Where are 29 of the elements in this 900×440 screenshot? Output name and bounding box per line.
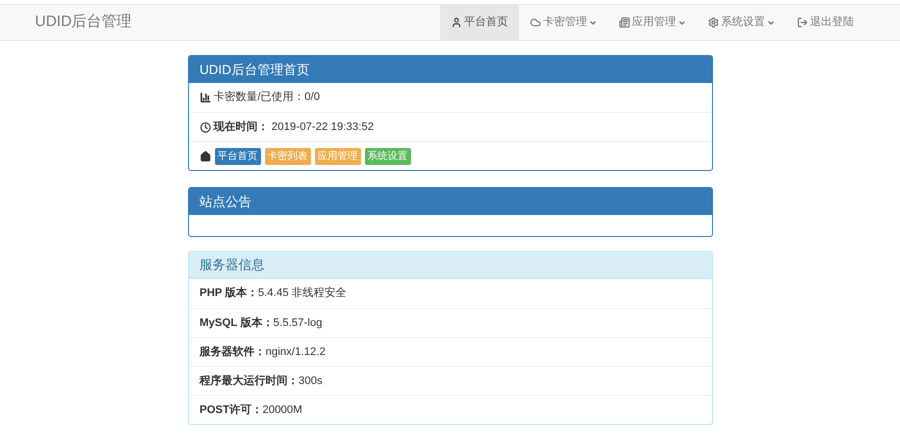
info-text: 现在时间： 2019-07-22 19:33:52 [214, 120, 374, 135]
info-text: 服务器软件：nginx/1.12.2 [200, 344, 326, 360]
nav-item[interactable]: 系统设置 [697, 5, 786, 40]
info-text: 程序最大运行时间：300s [200, 374, 322, 389]
caret-icon [589, 18, 597, 26]
nav-link[interactable]: 平台首页 [214, 148, 260, 164]
brand-title[interactable]: UDID后台管理 [35, 11, 132, 34]
logout-icon [797, 17, 808, 28]
nav-item[interactable]: 卡密管理 [519, 5, 608, 40]
panel-title: 站点公告 [200, 192, 252, 211]
panel-title: UDID后台管理首页 [200, 60, 310, 79]
nav-item[interactable]: 应用管理 [608, 5, 697, 40]
info-text: 卡密数量/已使用：0/0 [214, 90, 320, 106]
caret-icon [767, 18, 775, 26]
caret-icon [678, 18, 686, 26]
nav-item[interactable]: 退出登陆 [786, 5, 865, 40]
home-icon [200, 150, 210, 162]
nav-item[interactable]: 平台首页 [440, 5, 519, 40]
info-text: MySQL 版本：5.5.57-log [200, 316, 322, 331]
bar-chart-icon [200, 92, 210, 103]
clock-icon [200, 122, 210, 132]
panel-title: 服务器信息 [200, 256, 264, 274]
list-icon [619, 17, 630, 28]
info-text: POST许可：20000M [200, 402, 302, 418]
gear-icon [708, 17, 719, 28]
cloud-icon [530, 17, 541, 28]
nav-link[interactable]: 系统设置 [364, 148, 410, 164]
user-icon [451, 17, 462, 28]
info-text: PHP 版本：5.4.45 非线程安全 [200, 286, 347, 302]
